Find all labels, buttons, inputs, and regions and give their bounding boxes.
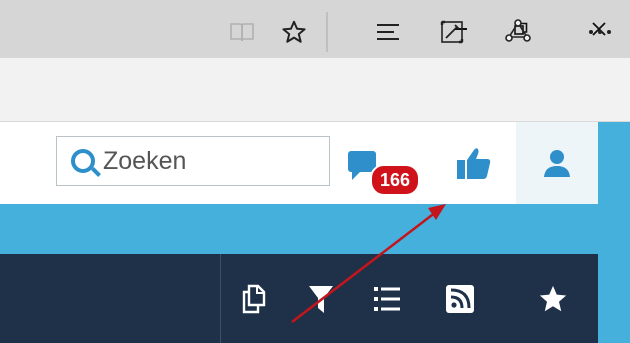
annotation-arrow bbox=[291, 204, 446, 323]
